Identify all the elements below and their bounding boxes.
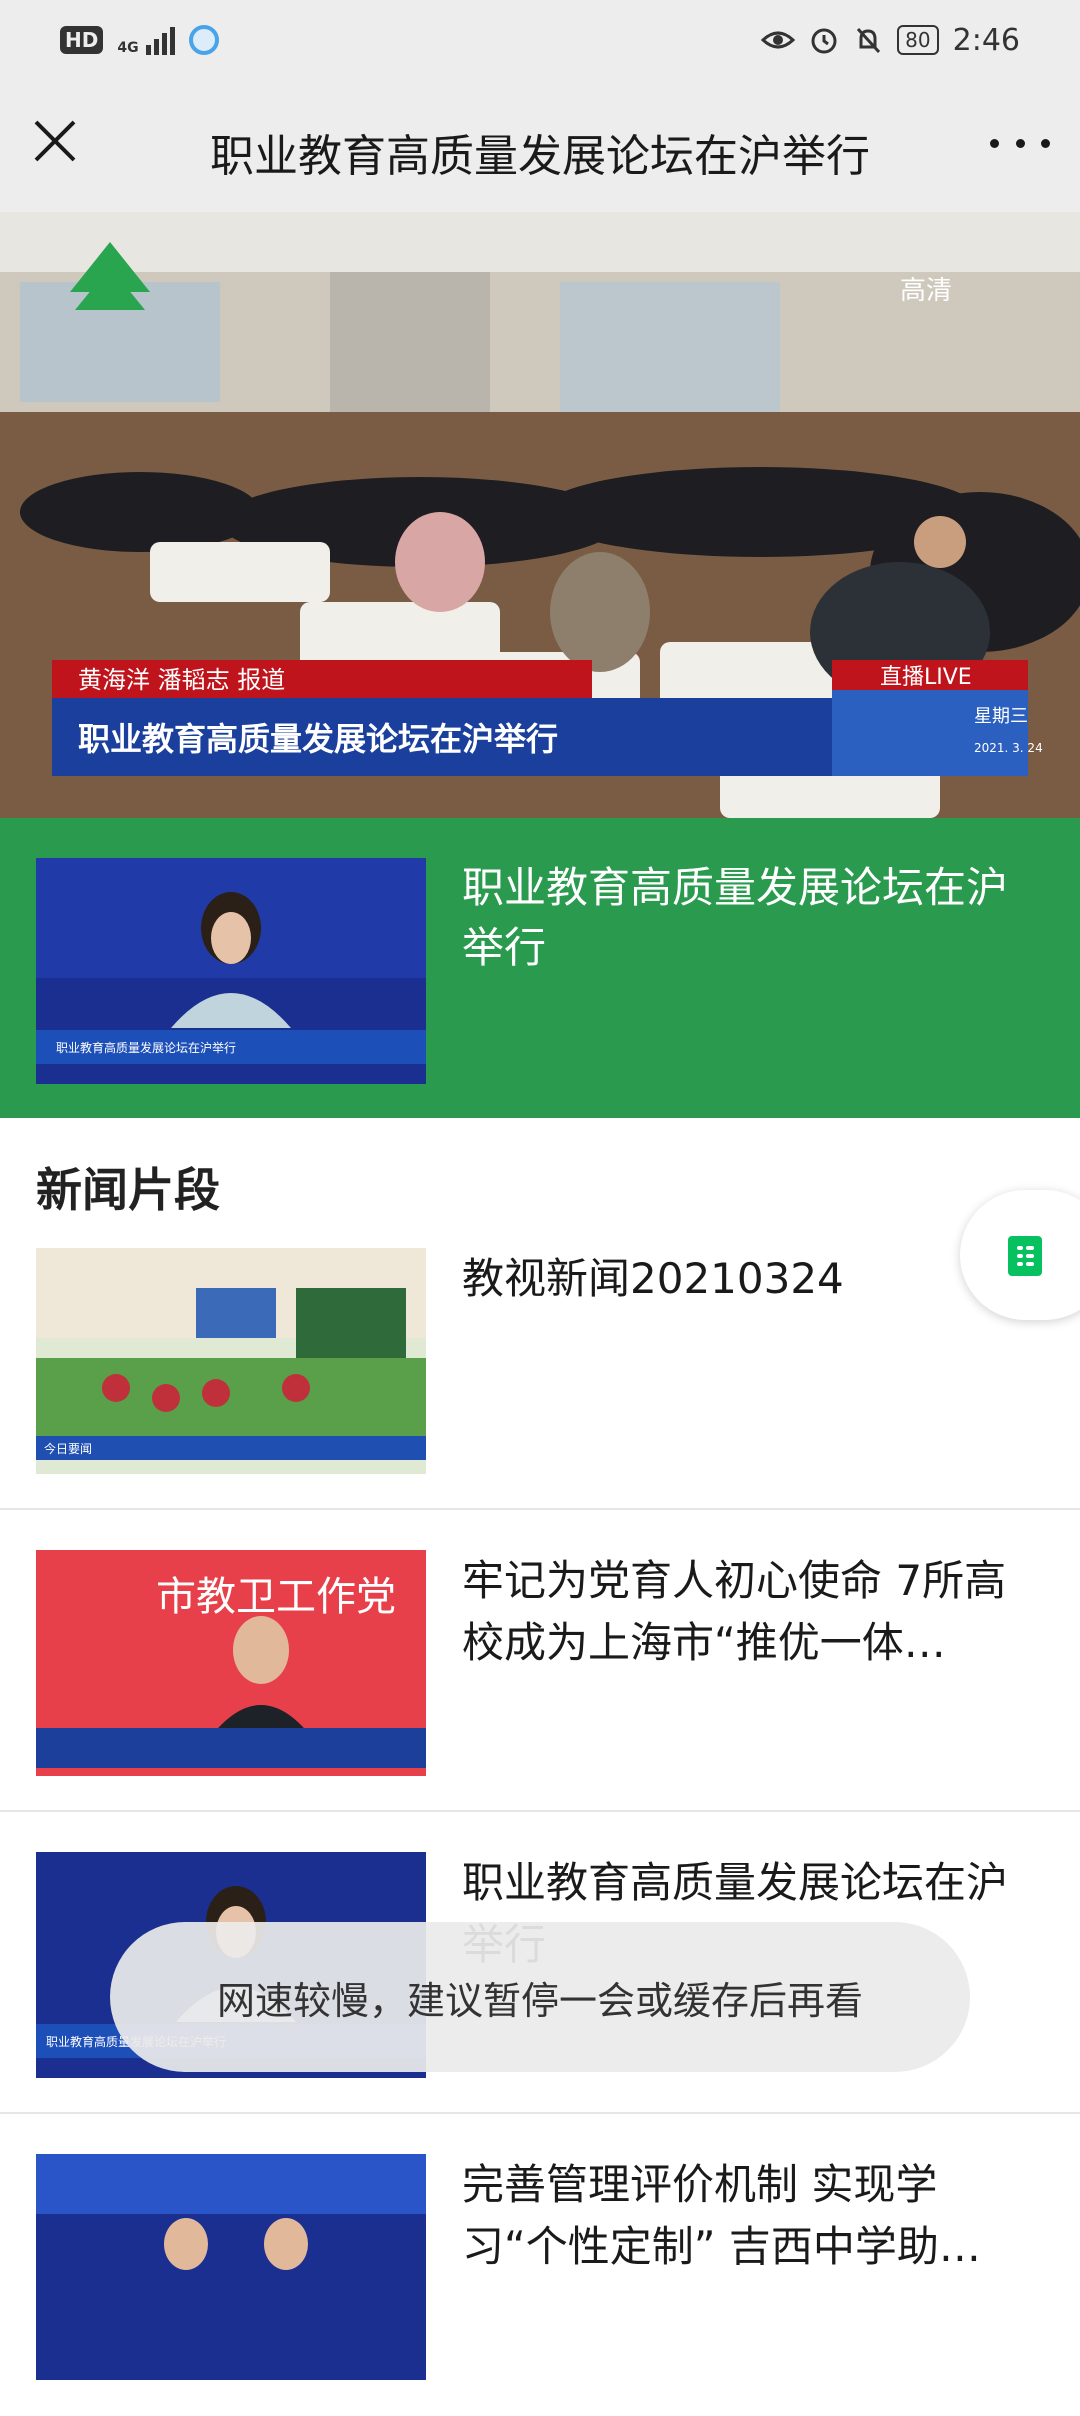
more-options-button[interactable] xyxy=(990,120,1050,166)
status-right: 80 2:46 xyxy=(761,23,1020,58)
list-item[interactable]: 完善管理评价机制 实现学习“个性定制” 吉西中学助… xyxy=(0,2114,1080,2416)
network-slow-toast: 网速较慢，建议暂停一会或缓存后再看 xyxy=(110,1922,970,2072)
more-dot-icon xyxy=(1041,138,1050,148)
featured-title: 职业教育高质量发展论坛在沪举行 xyxy=(462,863,1009,972)
app-notification-icon xyxy=(188,25,219,55)
news-thumbnail: 市教卫工作党 xyxy=(36,1550,426,1776)
list-item[interactable]: 市教卫工作党 牢记为党育人初心使命 7所高校成为上海市“推优一体… xyxy=(0,1510,1080,1812)
weekday-label: 星期三 xyxy=(974,706,1028,727)
live-label: 直播LIVE xyxy=(880,665,972,690)
eye-icon xyxy=(761,31,796,49)
more-dot-icon xyxy=(1015,138,1025,148)
page-title: 职业教育高质量发展论坛在沪举行 xyxy=(210,131,870,182)
reporter-credits: 黄海洋 潘韬志 报道 xyxy=(78,666,285,694)
news-thumbnail: 今日要闻 xyxy=(36,1248,426,1474)
featured-item[interactable]: 职业教育高质量发展论坛在沪举行 职业教育高质量发展论坛在沪举行 xyxy=(0,818,1080,1118)
date-label: 2021. 3. 24 xyxy=(974,741,1043,755)
video-frame: 高清 黄海洋 潘韬志 报道 职业教育高质量发展论坛在沪举行 直播LIVE 星期三… xyxy=(0,212,1080,818)
video-player[interactable]: 高清 黄海洋 潘韬志 报道 职业教育高质量发展论坛在沪举行 直播LIVE 星期三… xyxy=(0,212,1080,818)
network-type: 4G xyxy=(117,40,139,56)
mute-bell-icon xyxy=(857,27,881,54)
news-thumbnail xyxy=(36,2154,426,2380)
hd-badge: HD xyxy=(60,26,104,54)
battery-indicator: 80 xyxy=(897,25,939,55)
alarm-icon xyxy=(811,28,837,54)
more-dot-icon xyxy=(990,138,999,148)
video-headline: 职业教育高质量发展论坛在沪举行 xyxy=(78,720,558,758)
close-icon[interactable] xyxy=(30,116,80,166)
hd-tag: 高清 xyxy=(900,276,952,306)
status-left: HD 4G xyxy=(60,25,219,55)
news-list: 今日要闻 教视新闻20210324 市教卫工作党 牢记为党育人初心使命 7所高校… xyxy=(0,1208,1080,2416)
news-thumb-label: 市教卫工作党 xyxy=(156,1574,396,1620)
news-title: 教视新闻20210324 xyxy=(462,1254,844,1303)
status-bar: HD 4G 80 2:46 xyxy=(0,0,1080,80)
news-title: 完善管理评价机制 实现学习“个性定制” 吉西中学助… xyxy=(462,2160,981,2271)
featured-thumb-caption: 职业教育高质量发展论坛在沪举行 xyxy=(56,1040,236,1055)
news-thumb-label: 今日要闻 xyxy=(44,1441,92,1456)
title-bar: 职业教育高质量发展论坛在沪举行 xyxy=(0,80,1080,212)
status-time: 2:46 xyxy=(952,22,1020,58)
list-item[interactable]: 今日要闻 教视新闻20210324 xyxy=(0,1208,1080,1510)
news-title: 牢记为党育人初心使命 7所高校成为上海市“推优一体… xyxy=(462,1556,1007,1667)
signal-icon: 4G xyxy=(117,25,175,56)
featured-thumbnail: 职业教育高质量发展论坛在沪举行 xyxy=(36,858,426,1084)
